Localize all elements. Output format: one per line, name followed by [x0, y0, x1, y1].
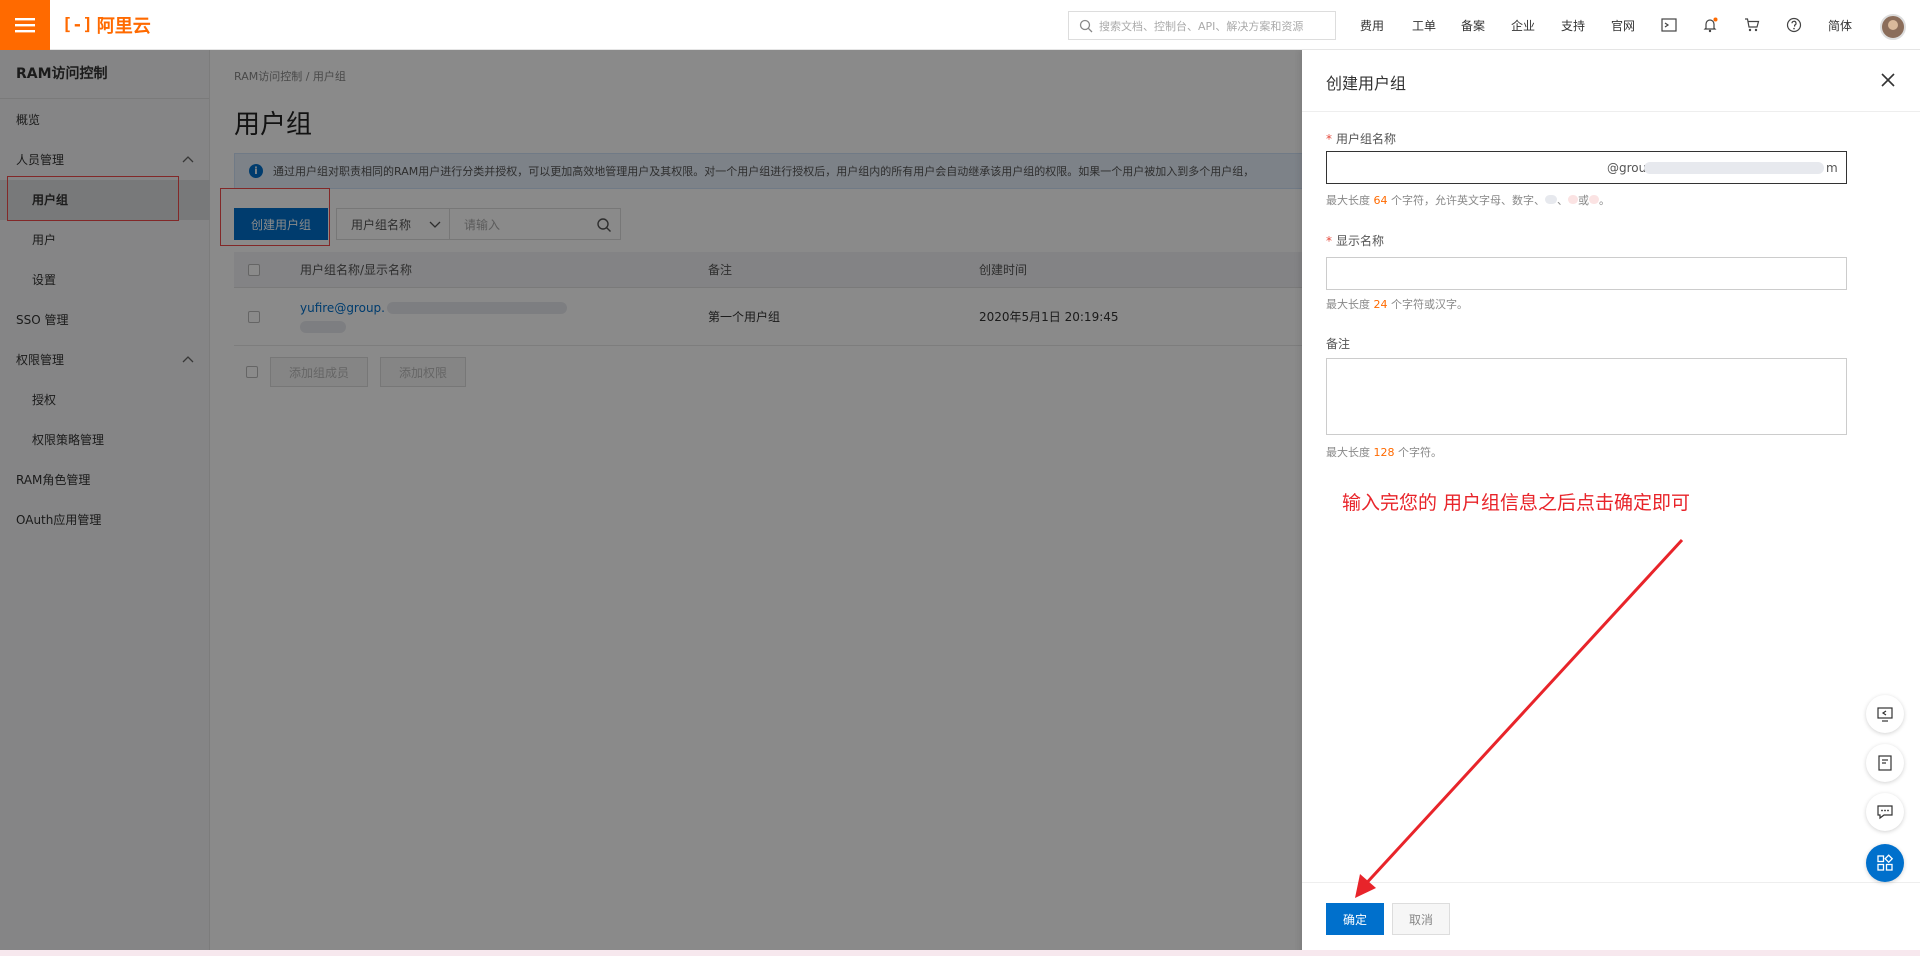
display-name-hint: 最大长度 24 个字符或汉字。 — [1326, 298, 1468, 311]
nav-support[interactable]: 支持 — [1561, 0, 1585, 50]
nav-enterprise[interactable]: 企业 — [1511, 0, 1535, 50]
logo-text: 阿里云 — [96, 16, 151, 37]
display-name-input[interactable] — [1326, 257, 1847, 290]
screen-share-icon — [1877, 707, 1893, 722]
group-name-value-end: m — [1826, 161, 1838, 175]
drawer-footer: 确定 取消 — [1302, 882, 1920, 956]
group-name-value: @grou — [1607, 161, 1647, 175]
remark-label: 备注 — [1326, 337, 1351, 351]
notes-float-button[interactable] — [1866, 744, 1904, 782]
confirm-button[interactable]: 确定 — [1326, 903, 1384, 935]
cancel-button[interactable]: 取消 — [1392, 903, 1450, 935]
apps-grid-icon — [1877, 854, 1894, 871]
nav-tickets[interactable]: 工单 — [1412, 0, 1436, 50]
hamburger-menu-button[interactable] — [0, 0, 50, 50]
apps-float-button[interactable] — [1866, 844, 1904, 882]
redacted-block — [1644, 162, 1824, 174]
nav-official-site[interactable]: 官网 — [1611, 0, 1635, 50]
feedback-float-button[interactable] — [1866, 695, 1904, 733]
close-icon[interactable] — [1880, 72, 1896, 88]
terminal-icon[interactable] — [1661, 17, 1677, 33]
os-taskbar-strip — [0, 950, 1920, 956]
drawer-header: 创建用户组 — [1302, 50, 1920, 112]
chat-icon — [1877, 805, 1893, 820]
bell-icon[interactable] — [1702, 17, 1718, 33]
top-bar: [-] 阿里云 搜索文档、控制台、API、解决方案和资源 费用 工单 备案 企业… — [0, 0, 1920, 50]
tutorial-annotation-text: 输入完您的 用户组信息之后点击确定即可 — [1342, 492, 1691, 514]
drawer-title: 创建用户组 — [1326, 74, 1407, 93]
aliyun-logo[interactable]: [-] 阿里云 — [62, 12, 151, 38]
menu-icon — [15, 18, 35, 33]
group-name-hint: 最大长度 64 个字符，允许英文字母、数字、、或。 — [1326, 194, 1610, 207]
display-name-label: * 显示名称 — [1326, 234, 1385, 248]
search-icon — [1079, 19, 1093, 32]
remark-hint: 最大长度 128 个字符。 — [1326, 446, 1442, 459]
remark-textarea[interactable] — [1326, 358, 1847, 435]
cart-icon[interactable] — [1744, 17, 1760, 33]
nav-icp[interactable]: 备案 — [1461, 0, 1485, 50]
modal-overlay[interactable] — [0, 50, 1302, 956]
nav-fees[interactable]: 费用 — [1360, 0, 1384, 50]
help-icon[interactable] — [1786, 17, 1802, 33]
logo-mark: [-] — [62, 15, 93, 35]
search-placeholder: 搜索文档、控制台、API、解决方案和资源 — [1099, 19, 1304, 33]
user-avatar[interactable] — [1880, 14, 1906, 40]
create-user-group-drawer: 创建用户组 * 用户组名称 @grou m 最大长度 64 个字符，允许英文字母、… — [1302, 50, 1920, 956]
group-name-label: * 用户组名称 — [1326, 132, 1397, 146]
global-search-input[interactable]: 搜索文档、控制台、API、解决方案和资源 — [1068, 11, 1336, 40]
language-switch[interactable]: 简体 — [1828, 0, 1852, 50]
chat-float-button[interactable] — [1866, 793, 1904, 831]
edit-note-icon — [1878, 755, 1892, 771]
group-name-input[interactable]: @grou m — [1326, 151, 1847, 184]
